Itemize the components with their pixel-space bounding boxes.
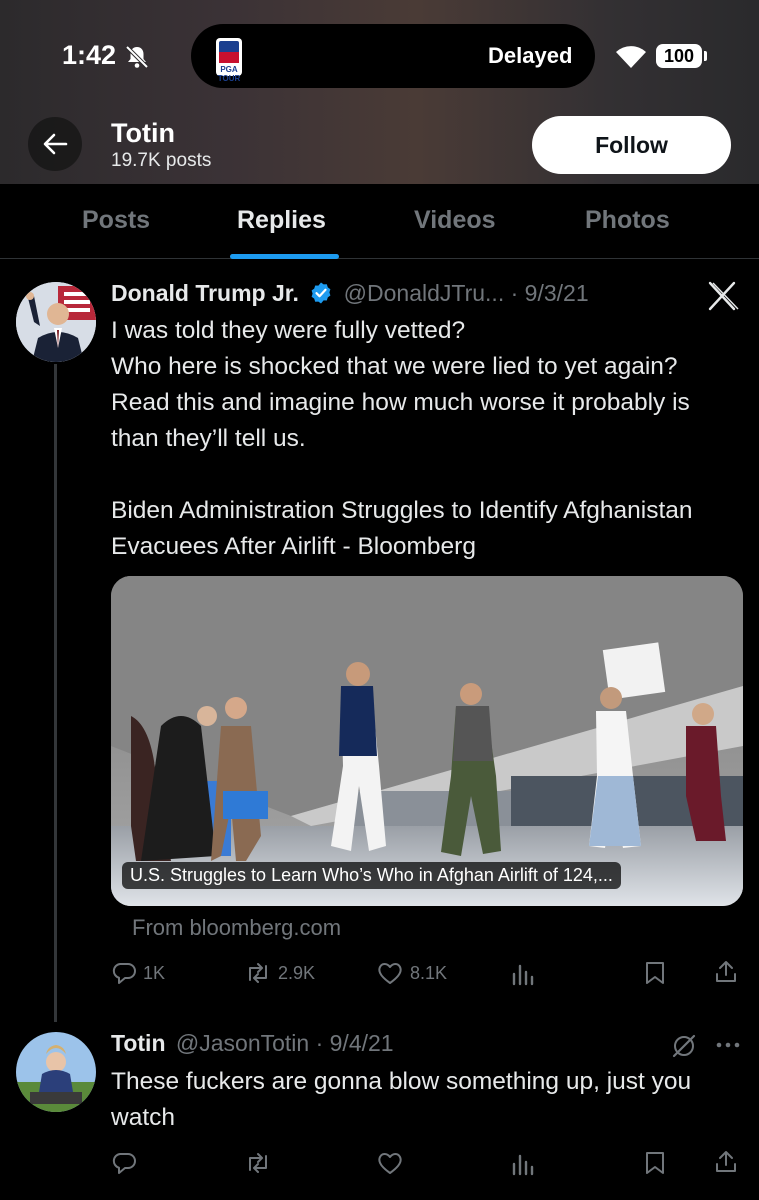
tab-replies[interactable]: Replies [237,206,326,235]
status-time: 1:42 [62,40,117,70]
reply-count: 1K [143,962,166,983]
profile-tabs: Posts Replies Videos Photos [0,184,759,259]
link-card-source[interactable]: From bloomberg.com [132,915,341,941]
tweet-author-name[interactable]: Donald Trump Jr. [111,280,299,306]
profile-post-count: 19.7K posts [111,150,212,171]
tweet-author-handle[interactable]: @DonaldJTru... [344,280,505,306]
thread-connector-line [54,364,57,1022]
tab-active-indicator [230,254,339,259]
avatar[interactable] [16,1032,96,1112]
share-icon[interactable] [713,1149,739,1175]
grok-icon[interactable] [671,1033,697,1059]
silent-bell-icon [125,45,149,69]
tab-posts[interactable]: Posts [82,206,150,235]
tweet-date[interactable]: · 9/3/21 [511,280,589,306]
link-card-image[interactable] [111,576,743,906]
avatar[interactable] [16,282,96,362]
tweet-date[interactable]: · 9/4/21 [316,1030,394,1056]
x-logo-icon [708,281,739,311]
tab-videos[interactable]: Videos [414,206,496,235]
status-bar: 1:42 PGA TOUR Delayed 100 [0,0,759,110]
tweet-author-name[interactable]: Totin [111,1030,166,1056]
wifi-icon [616,46,646,68]
repost-count: 2.9K [278,962,316,983]
reply-button[interactable]: 1K [111,960,165,986]
avatar-photo [16,282,96,362]
airport-photo [111,576,743,906]
like-button[interactable]: 8.1K [376,960,447,986]
repost-icon [249,963,267,983]
bookmark-icon[interactable] [643,960,667,986]
views-icon[interactable] [511,1152,535,1176]
repost-icon[interactable] [244,1150,272,1176]
battery-tip [704,51,707,61]
back-arrow-icon [43,133,68,155]
tweet-text: These fuckers are gonna blow something u… [111,1068,692,1131]
verified-badge-icon [311,282,331,304]
back-button[interactable] [28,117,82,171]
tab-photos[interactable]: Photos [585,206,670,235]
views-icon[interactable] [511,962,535,986]
status-delayed-label: Delayed [488,43,573,68]
bookmark-icon[interactable] [643,1150,667,1176]
tweet-text: I was told they were fully vetted? Who h… [111,317,693,560]
repost-button[interactable]: 2.9K [244,960,315,986]
reply-icon[interactable] [111,1150,137,1176]
follow-button[interactable]: Follow [532,116,731,174]
like-count: 8.1K [410,962,448,983]
heart-icon [378,963,402,984]
link-card-caption[interactable]: U.S. Struggles to Learn Who’s Who in Afg… [122,862,621,889]
more-options-icon[interactable] [715,1040,741,1050]
profile-name: Totin [111,118,175,148]
avatar-photo [16,1032,96,1112]
tweet-header: Donald Trump Jr. @DonaldJTru... · 9/3/21 [111,280,589,307]
reply-icon [112,963,136,984]
share-icon[interactable] [713,959,739,985]
pga-tour-logo: PGA TOUR [216,38,242,83]
tweet-header: Totin @JasonTotin · 9/4/21 [111,1030,394,1057]
tweet-author-handle[interactable]: @JasonTotin [176,1030,309,1056]
battery-indicator: 100 [656,44,702,68]
heart-icon[interactable] [376,1150,404,1176]
